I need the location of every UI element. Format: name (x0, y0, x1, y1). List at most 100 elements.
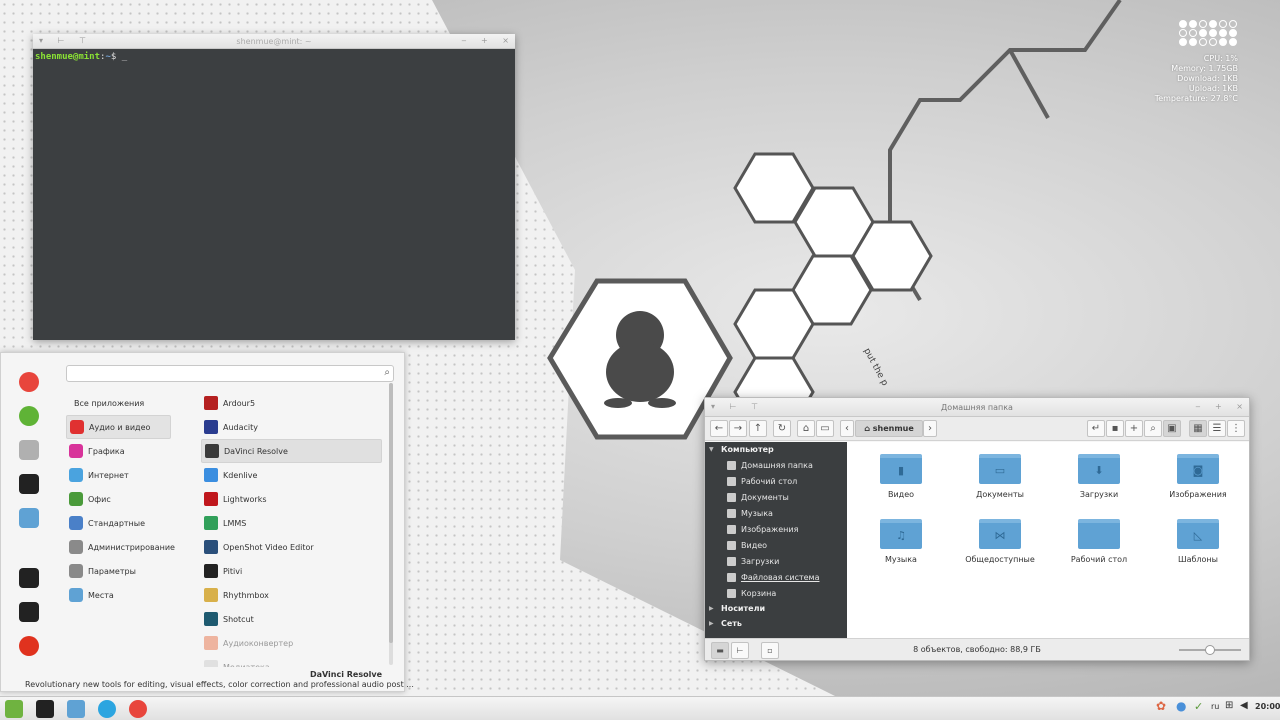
terminal-body[interactable]: shenmue@mint:~$ _ (33, 49, 515, 65)
sidebar-place-item[interactable]: Загрузки (705, 553, 847, 569)
folder-item[interactable]: ◺ Шаблоны (1148, 519, 1248, 564)
sidebar-place-item[interactable]: Видео (705, 537, 847, 553)
panel-launcher-mint-menu[interactable] (2, 699, 26, 719)
folder-item[interactable]: ▮ Видео (851, 454, 951, 499)
mint-menu-icon (5, 700, 23, 718)
expand-arrow-icon: ▶ (709, 620, 714, 627)
folder-item[interactable]: ◙ Изображения (1148, 454, 1248, 499)
favorite-lock[interactable] (9, 561, 49, 595)
search-button[interactable]: ⌕ (1144, 420, 1162, 437)
app-item[interactable]: DaVinci Resolve (201, 439, 382, 463)
location-crumb[interactable]: ⌂ shenmue (855, 420, 923, 437)
file-manager-titlebar[interactable]: ▾ ⊢ ⊤ Домашняя папка ‒ + × (705, 398, 1249, 417)
zoom-slider-handle[interactable] (1205, 645, 1215, 655)
panel-launcher-terminal[interactable] (33, 699, 57, 719)
menu-category[interactable]: Офис (66, 487, 171, 511)
file-manager-window[interactable]: ▾ ⊢ ⊤ Домашняя папка ‒ + × ← → ↑ ↻ ⌂ ▭ ‹… (704, 397, 1250, 661)
list-view-button[interactable]: ☰ (1208, 420, 1226, 437)
app-item[interactable]: OpenShot Video Editor (201, 535, 382, 559)
favorite-chrome[interactable] (9, 365, 49, 399)
folder-item[interactable]: Рабочий стол (1049, 519, 1149, 564)
network-icon[interactable]: ⊞ (1225, 700, 1233, 711)
forward-button[interactable]: → (729, 420, 747, 437)
crumb-right-button[interactable]: › (923, 420, 937, 437)
app-item[interactable]: Kdenlive (201, 463, 382, 487)
app-icon (204, 468, 218, 482)
app-item[interactable]: Медиатека (201, 655, 382, 667)
window-controls[interactable]: ‒ + × (461, 36, 515, 45)
menu-category[interactable]: Все приложения (66, 391, 171, 415)
favorite-power[interactable] (9, 629, 49, 663)
favorite-settings-toggle[interactable] (9, 433, 49, 467)
app-list: Ardour5 Audacity DaVinci Resolve Kdenlive Li… (201, 391, 382, 667)
icon-view-button[interactable]: ▦ (1189, 420, 1207, 437)
sidebar-section-devices[interactable]: ▶ Носители (705, 601, 847, 616)
open-terminal-button[interactable]: ▪ (1106, 420, 1124, 437)
preview-button[interactable]: ▣ (1163, 420, 1181, 437)
new-folder-button[interactable]: + (1125, 420, 1143, 437)
sidebar-place-item[interactable]: Изображения (705, 521, 847, 537)
folder-item[interactable]: ♫ Музыка (851, 519, 951, 564)
clock[interactable]: 20:00 (1255, 702, 1280, 711)
sidebar-place-item[interactable]: Домашняя папка (705, 457, 847, 473)
menu-category[interactable]: Параметры (66, 559, 171, 583)
menu-category[interactable]: Стандартные (66, 511, 171, 535)
crumb-left-button[interactable]: ‹ (840, 420, 854, 437)
folder-item[interactable]: ▭ Документы (950, 454, 1050, 499)
menu-category[interactable]: Аудио и видео (66, 415, 171, 439)
window-controls[interactable]: ‒ + × (1195, 402, 1249, 411)
sidebar-section-network[interactable]: ▶ Сеть (705, 616, 847, 631)
app-item[interactable]: Rhythmbox (201, 583, 382, 607)
file-manager-sidebar: ▼ Компьютер Домашняя папка Рабочий стол Док… (705, 442, 847, 638)
compact-view-button[interactable]: ⋮ (1227, 420, 1245, 437)
app-list-scrollbar[interactable] (389, 383, 393, 665)
panel-launcher-chrome[interactable] (126, 699, 150, 719)
menu-search-input[interactable]: ⌕ (66, 365, 394, 382)
computer-button[interactable]: ▭ (816, 420, 834, 437)
logout-icon (19, 602, 39, 622)
scrollbar-thumb[interactable] (389, 383, 393, 643)
menu-category[interactable]: Интернет (66, 463, 171, 487)
sidebar-place-item[interactable]: Музыка (705, 505, 847, 521)
app-item[interactable]: Ardour5 (201, 391, 382, 415)
favorite-folder[interactable] (9, 501, 49, 535)
back-button[interactable]: ← (710, 420, 728, 437)
sidebar-place-item[interactable]: Корзина (705, 585, 847, 601)
panel-launcher-folder[interactable] (64, 699, 88, 719)
app-item[interactable]: Lightworks (201, 487, 382, 511)
terminal-window[interactable]: ▾ ⊢ ⊤ shenmue@mint: ~ ‒ + × shenmue@mint… (33, 34, 515, 340)
home-button[interactable]: ⌂ (797, 420, 815, 437)
app-item[interactable]: Pitivi (201, 559, 382, 583)
reload-button[interactable]: ↻ (773, 420, 791, 437)
search-icon[interactable]: ⌕ (384, 367, 390, 378)
toggle-location-button[interactable]: ↵ (1087, 420, 1105, 437)
menu-category[interactable]: Графика (66, 439, 171, 463)
app-item[interactable]: Audacity (201, 415, 382, 439)
shield-icon[interactable]: ✓ (1194, 700, 1203, 713)
terminal-titlebar[interactable]: ▾ ⊢ ⊤ shenmue@mint: ~ ‒ + × (33, 34, 515, 49)
app-icon (204, 540, 218, 554)
panel-launcher-telegram[interactable] (95, 699, 119, 719)
app-item[interactable]: LMMS (201, 511, 382, 535)
sidebar-place-item[interactable]: Файловая система (705, 569, 847, 585)
menu-category[interactable]: Места (66, 583, 171, 607)
place-icon (727, 540, 736, 550)
sidebar-place-item[interactable]: Рабочий стол (705, 473, 847, 489)
menu-category[interactable]: Администрирование (66, 535, 175, 559)
folder-item[interactable]: ⋈ Общедоступные (950, 519, 1050, 564)
app-item[interactable]: Аудиоконвертер (201, 631, 382, 655)
favorite-logout[interactable] (9, 595, 49, 629)
folder-item[interactable]: ⬇ Загрузки (1049, 454, 1149, 499)
keyboard-layout-indicator[interactable]: ru (1211, 702, 1219, 711)
location-crumb-label: shenmue (872, 424, 914, 433)
zoom-slider[interactable] (1179, 645, 1241, 655)
sidebar-section-computer[interactable]: ▼ Компьютер (705, 442, 847, 457)
favorite-terminal[interactable] (9, 467, 49, 501)
favorite-network-globe[interactable] (9, 399, 49, 433)
skype-icon[interactable]: ● (1176, 699, 1186, 713)
up-button[interactable]: ↑ (749, 420, 767, 437)
app-item[interactable]: Shotcut (201, 607, 382, 631)
sidebar-place-item[interactable]: Документы (705, 489, 847, 505)
update-manager-icon[interactable]: ✿ (1156, 699, 1166, 713)
volume-icon[interactable]: ◀ (1240, 700, 1248, 711)
